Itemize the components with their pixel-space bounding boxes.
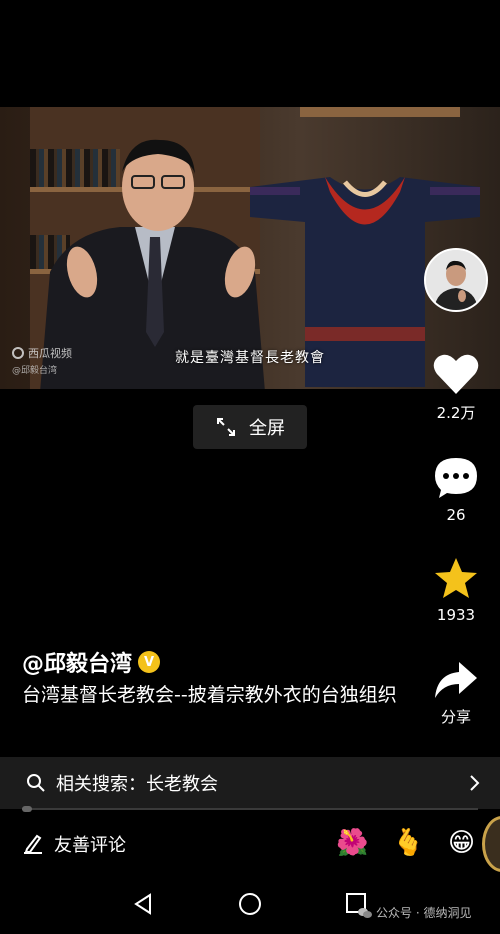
video-progress-bar[interactable] [22,806,478,812]
search-icon [27,774,45,792]
related-search-label: 相关搜索：长老教会 [56,774,218,795]
pen-icon [24,834,42,854]
home-icon[interactable] [238,892,262,916]
heart-icon[interactable] [432,352,480,396]
like-action[interactable]: 2.2万 [420,352,492,423]
author-name-row[interactable]: @邱毅台湾 V [22,646,161,678]
avatar-image [426,250,486,310]
wechat-watermark: 公众号 · 德纳洞见 [358,904,471,921]
star-icon[interactable] [433,556,479,600]
fullscreen-button[interactable]: 全屏 [193,405,307,449]
comment-count: 26 [446,506,466,524]
grin-emoji-button[interactable]: 😁 [448,828,475,858]
favorite-count: 1933 [436,606,476,624]
flower-emoji-button[interactable]: 🌺 [336,828,368,858]
shelf-board [300,107,460,117]
video-progress-knob[interactable] [22,806,32,812]
verified-badge-icon: V [138,651,161,673]
chevron-right-icon [470,775,480,791]
wechat-watermark-text: 公众号 · 德纳洞见 [376,906,472,920]
wechat-icon [358,907,372,918]
comment-icon[interactable] [433,456,479,500]
author-avatar[interactable] [424,248,488,312]
like-count: 2.2万 [436,404,476,422]
finger-heart-emoji-button[interactable]: 🫰 [392,828,424,858]
share-label: 分享 [440,708,471,726]
related-search-bar[interactable]: 相关搜索：长老教会 [0,757,500,809]
share-arrow-icon[interactable] [433,660,479,700]
back-icon[interactable] [132,892,154,916]
comment-placeholder[interactable]: 友善评论 [54,831,126,857]
fullscreen-label: 全屏 [249,418,285,439]
expand-icon [217,418,235,436]
share-action[interactable]: 分享 [420,660,492,727]
comment-input-bar[interactable]: 友善评论 [0,818,500,870]
comment-action[interactable]: 26 [420,456,492,524]
favorite-action[interactable]: 1933 [420,556,492,624]
author-name[interactable]: @邱毅台湾 [22,646,132,678]
video-player[interactable]: 西瓜视频 @邱毅台湾 就是臺灣基督長老教會 [0,107,500,389]
post-caption[interactable]: 台湾基督长老教会--披着宗教外衣的台独组织 [22,681,402,710]
